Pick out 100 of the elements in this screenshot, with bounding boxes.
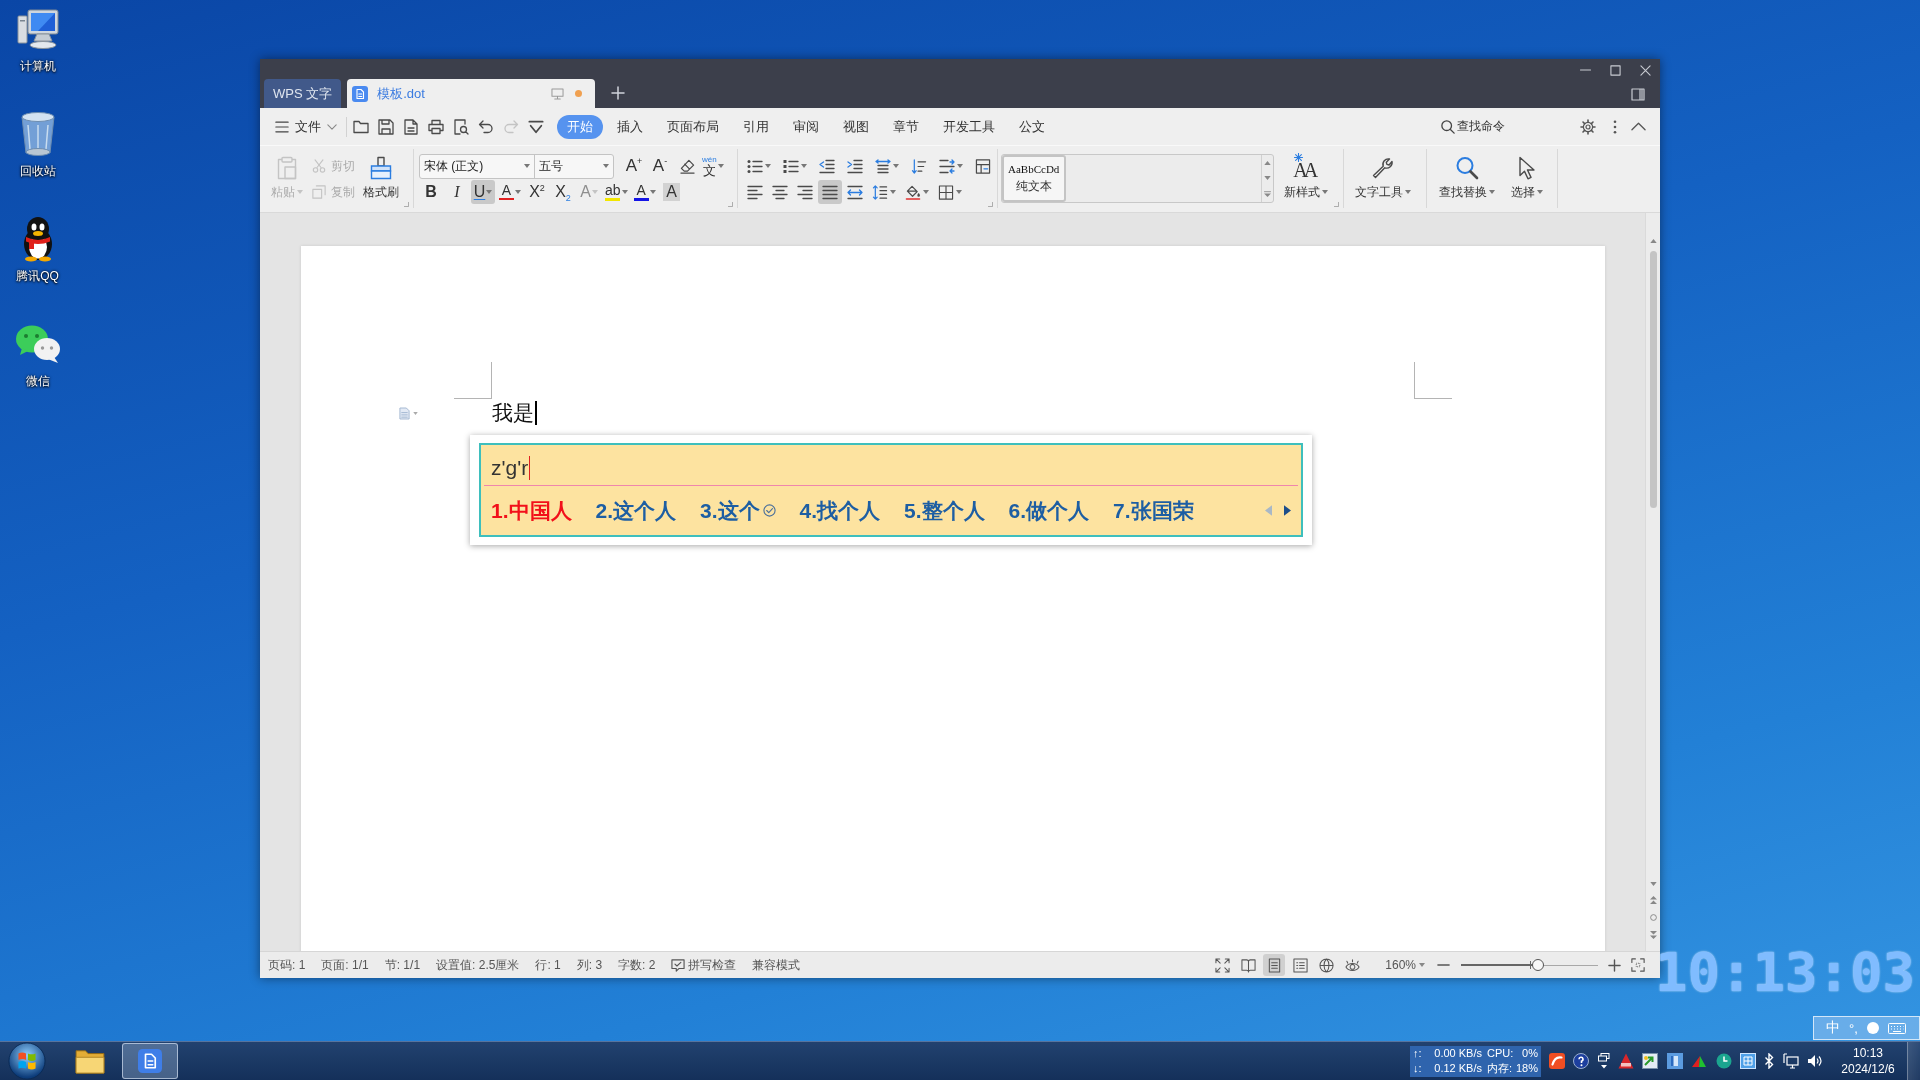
circle-toggle-icon[interactable] [1866, 1022, 1879, 1034]
close-icon[interactable] [1639, 64, 1651, 76]
help-icon[interactable] [1573, 1053, 1590, 1069]
slider-thumb[interactable] [1531, 959, 1544, 971]
highlight-button[interactable]: ab [603, 180, 630, 204]
swoosh-tile-icon[interactable] [1549, 1053, 1565, 1069]
computer-icon[interactable] [15, 8, 60, 50]
phonetic-guide-button[interactable]: wén 文 [700, 154, 726, 178]
ribbon-tab[interactable]: 插入 [607, 114, 653, 139]
plus-icon[interactable] [1608, 958, 1621, 972]
strikethrough-button[interactable]: A [497, 180, 523, 204]
file-menu-button[interactable]: 文件 [275, 117, 337, 136]
select-button[interactable]: 选择 [1507, 149, 1546, 200]
desktop-shortcut-label[interactable]: 计算机 [19, 58, 56, 75]
justify-button[interactable] [817, 180, 842, 204]
subscript-button[interactable]: X$_{2}$ [551, 180, 575, 204]
triangle-icon[interactable] [1618, 1053, 1635, 1069]
chat-bubbles-icon[interactable] [14, 324, 61, 364]
underline-button[interactable]: U [471, 180, 495, 204]
view-mode-button[interactable] [1263, 954, 1286, 976]
outline-icon [1292, 957, 1308, 973]
network-icon[interactable] [1782, 1053, 1799, 1069]
ribbon-tab[interactable]: 章节 [883, 114, 929, 139]
bluetooth-icon[interactable] [1764, 1053, 1775, 1069]
recycle-bin-icon[interactable] [18, 111, 57, 157]
next-page-icon[interactable] [1649, 931, 1657, 939]
taskbar-app-button[interactable] [122, 1043, 178, 1079]
print-preview-icon[interactable] [453, 118, 469, 135]
grow-font-button[interactable]: A$^{+}$ [622, 154, 646, 178]
zoom-dropdown[interactable]: 160% [1385, 958, 1425, 972]
arrow-tile-icon[interactable] [1642, 1053, 1659, 1069]
scroll-down-icon[interactable] [1649, 882, 1657, 886]
settings-icon[interactable] [1580, 118, 1596, 135]
document-tab[interactable]: 模板.dot [347, 79, 596, 108]
chevron-up-icon[interactable] [1631, 122, 1646, 131]
file-icon[interactable] [403, 118, 419, 135]
candidate-word[interactable]: 4.找个人 [799, 496, 881, 525]
command-search-button[interactable]: 查找命令 [1441, 118, 1505, 135]
page-icon [1266, 957, 1282, 973]
bold-button[interactable]: B [419, 180, 443, 204]
new-style-button[interactable]: AA 新样式 [1280, 149, 1331, 200]
shrink-font-button[interactable]: A$^{-}$ [648, 154, 672, 178]
ribbon-tab[interactable]: 审阅 [783, 114, 829, 139]
format-painter-button[interactable]: 格式刷 [360, 149, 402, 200]
scroll-thumb[interactable] [1649, 251, 1657, 508]
desktop-shortcut-label[interactable]: 腾讯QQ [16, 268, 59, 285]
superscript-button[interactable]: X$^{2}$ [525, 180, 549, 204]
candidate-word[interactable]: 6.做个人 [1008, 496, 1090, 525]
ribbon-tab[interactable]: 公文 [1009, 114, 1055, 139]
undo-icon[interactable] [478, 118, 494, 135]
side-panel-icon[interactable] [1631, 87, 1645, 101]
caret-icon [1321, 190, 1328, 194]
clock-icon[interactable] [1715, 1053, 1732, 1069]
minimize-icon[interactable] [1579, 69, 1591, 71]
ribbon-tab[interactable]: 开发工具 [933, 114, 1005, 139]
printer-icon[interactable] [428, 118, 444, 135]
text-tools-button[interactable]: 文字工具 [1351, 149, 1414, 200]
desktop-shortcut-label[interactable]: 微信 [25, 373, 50, 390]
document-text: 我是 [492, 401, 534, 425]
text-direction-icon [874, 158, 891, 174]
maximize-icon[interactable] [1609, 64, 1621, 76]
italic-button[interactable]: I [445, 180, 469, 204]
more-icon[interactable] [1613, 119, 1617, 134]
fit-window-icon[interactable] [1631, 958, 1645, 972]
scroll-down-icon[interactable] [1263, 175, 1271, 180]
show-desktop-button[interactable] [1907, 1042, 1920, 1080]
folder-icon[interactable] [353, 118, 369, 135]
tile-icon[interactable] [1666, 1053, 1683, 1069]
home-tab[interactable]: WPS 文字 [264, 79, 342, 108]
candidate-word[interactable]: 7.张国荣 [1113, 496, 1194, 525]
more-styles-icon[interactable] [1263, 190, 1271, 197]
candidate-word[interactable]: 2.这个人 [595, 496, 677, 525]
right-arrow-icon[interactable] [1284, 505, 1291, 516]
spell-check-button[interactable]: 拼写检查 [671, 956, 737, 974]
scroll-up-icon[interactable] [1649, 239, 1657, 243]
scroll-up-icon[interactable] [1263, 160, 1271, 165]
volume-icon[interactable] [1806, 1053, 1823, 1069]
new-tab-icon[interactable] [611, 86, 626, 100]
start-orb-icon[interactable] [8, 1042, 46, 1080]
save-icon[interactable] [378, 118, 394, 135]
ribbon-tab[interactable]: 视图 [833, 114, 879, 139]
eraser-icon[interactable] [679, 158, 695, 174]
sort-icon [910, 158, 927, 174]
vertical-scrollbar[interactable] [1645, 213, 1660, 951]
find-replace-button[interactable]: 查找替换 [1435, 149, 1498, 200]
window-stack-icon[interactable] [1597, 1053, 1610, 1069]
dropdown-icon[interactable] [528, 118, 544, 135]
style-preset[interactable]: AaBbCcDd 纯文本 [1001, 155, 1066, 202]
candidate-word[interactable]: 5.整个人 [904, 496, 985, 525]
font-name-combobox[interactable]: 宋体 (正文) [420, 154, 535, 178]
desktop-shortcut-label[interactable]: 回收站 [19, 163, 56, 180]
taskbar-clock[interactable]: 10:13 2024/12/6 [1833, 1045, 1903, 1077]
font-color-button[interactable]: A [631, 180, 658, 204]
ribbon-tab[interactable]: 页面布局 [657, 114, 729, 139]
distribute-icon [846, 184, 863, 200]
font-size-combobox[interactable]: 五号 [535, 154, 613, 178]
candidate-word[interactable]: 3.这个 [700, 496, 760, 525]
grid-tile-icon[interactable] [1739, 1053, 1756, 1069]
ribbon-tab[interactable]: 引用 [733, 114, 779, 139]
previous-page-icon[interactable] [1649, 896, 1657, 904]
